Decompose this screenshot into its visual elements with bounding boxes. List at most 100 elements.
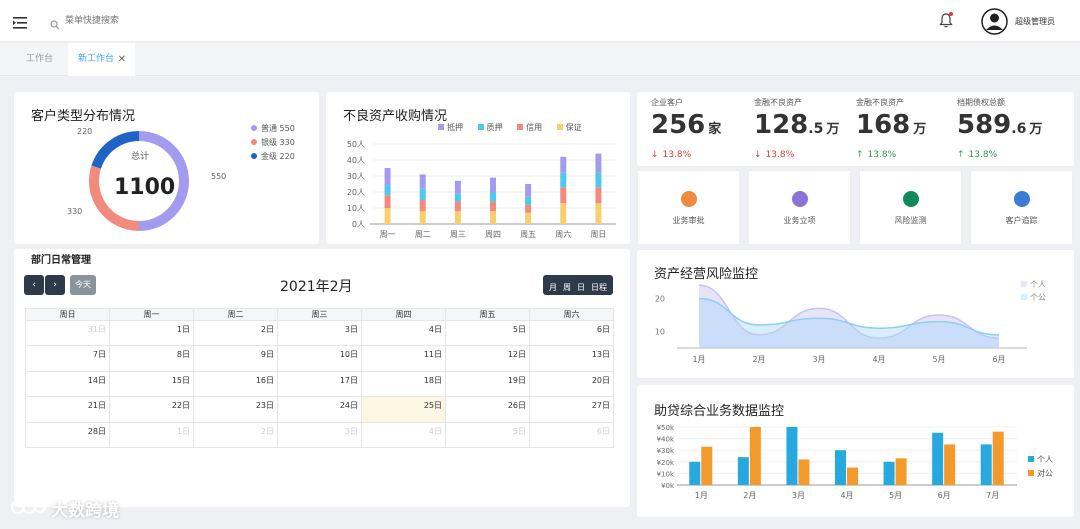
bar-segment[interactable] — [419, 211, 426, 224]
bar[interactable] — [895, 458, 907, 485]
user-name[interactable]: 超级管理员 — [1015, 16, 1055, 27]
bar-segment[interactable] — [595, 187, 602, 204]
bar-segment[interactable] — [595, 153, 602, 173]
legend-item[interactable]: 质押 — [477, 123, 503, 132]
calendar-day[interactable]: 19日 — [445, 370, 530, 398]
calendar-day[interactable]: 7日 — [25, 345, 110, 372]
bar[interactable] — [798, 459, 810, 485]
bar-segment[interactable] — [454, 211, 461, 224]
calendar-day[interactable]: 6日 — [529, 319, 614, 347]
bar-segment[interactable] — [384, 208, 391, 224]
calendar-day[interactable]: 12日 — [445, 345, 530, 372]
bar-segment[interactable] — [490, 177, 496, 192]
bar-segment[interactable] — [419, 200, 426, 212]
calendar-day[interactable]: 3日 — [277, 319, 362, 347]
bar[interactable] — [786, 427, 798, 485]
calendar-day[interactable]: 10日 — [277, 345, 362, 372]
calendar-day[interactable]: 15日 — [109, 370, 194, 398]
search-input[interactable] — [65, 13, 285, 29]
calendar-day[interactable]: 8日 — [109, 345, 194, 372]
bar-segment[interactable] — [525, 196, 532, 205]
calendar-day[interactable]: 17日 — [277, 370, 362, 398]
bar-segment[interactable] — [490, 192, 496, 202]
bar-segment[interactable] — [560, 203, 567, 224]
bar[interactable] — [980, 444, 992, 485]
bar[interactable] — [689, 461, 701, 485]
menu-toggle-icon[interactable] — [13, 14, 27, 29]
bar[interactable] — [883, 461, 895, 485]
calendar-day[interactable]: 26日 — [445, 396, 530, 423]
calendar-day[interactable]: 20日 — [529, 370, 614, 398]
calendar-day[interactable]: 23日 — [193, 396, 278, 423]
quick-risk-button[interactable]: 风险监测 — [859, 170, 962, 245]
view-button[interactable]: 日 — [574, 278, 588, 298]
bar-segment[interactable] — [384, 195, 391, 208]
calendar-day[interactable]: 2日 — [193, 421, 278, 448]
tab-new-workbench[interactable]: 新工作台 ✕ — [68, 43, 135, 76]
calendar-day[interactable]: 22日 — [109, 396, 194, 423]
calendar-day[interactable]: 2日 — [193, 319, 278, 347]
view-button[interactable]: 周 — [560, 278, 574, 298]
legend-item[interactable]: 金级 220 — [251, 150, 295, 164]
bar[interactable] — [835, 450, 846, 485]
bar[interactable] — [701, 446, 713, 485]
bar-segment[interactable] — [490, 201, 496, 212]
bar[interactable] — [992, 431, 1004, 485]
calendar-day[interactable]: 18日 — [361, 370, 446, 398]
bar-segment[interactable] — [490, 211, 496, 224]
calendar-day[interactable]: 11日 — [361, 345, 446, 372]
prev-button[interactable]: ‹ — [24, 275, 44, 295]
today-button[interactable]: 今天 — [70, 275, 96, 295]
bar-segment[interactable] — [595, 203, 602, 224]
calendar-day[interactable]: 4日 — [361, 421, 446, 448]
view-button[interactable]: 月 — [546, 278, 560, 298]
bar-segment[interactable] — [384, 185, 391, 196]
calendar-day[interactable]: 21日 — [25, 396, 110, 423]
bar-segment[interactable] — [525, 184, 532, 197]
quick-project-button[interactable]: 业务立项 — [748, 170, 851, 245]
bar[interactable] — [737, 457, 749, 485]
search-bar[interactable] — [50, 12, 300, 30]
bar-segment[interactable] — [560, 187, 567, 204]
view-button[interactable]: 日程 — [588, 278, 610, 298]
calendar-day[interactable]: 16日 — [193, 370, 278, 398]
calendar-day[interactable]: 13日 — [529, 345, 614, 372]
calendar-day-today[interactable]: 25日 — [361, 396, 446, 423]
bell-icon[interactable] — [939, 12, 953, 28]
bar[interactable] — [932, 432, 944, 485]
calendar-day[interactable]: 5日 — [445, 319, 530, 347]
calendar-day[interactable]: 6日 — [529, 421, 614, 448]
calendar-day[interactable]: 1日 — [109, 319, 194, 347]
close-icon[interactable]: ✕ — [118, 43, 126, 76]
bar-segment[interactable] — [560, 156, 567, 173]
bar-segment[interactable] — [384, 168, 391, 186]
quick-approval-button[interactable]: 业务审批 — [637, 170, 740, 245]
bar-segment[interactable] — [595, 172, 602, 188]
bar-segment[interactable] — [419, 188, 426, 200]
calendar-day[interactable]: 31日 — [25, 319, 110, 347]
avatar[interactable] — [981, 8, 1008, 35]
bar[interactable] — [749, 427, 761, 485]
bar-segment[interactable] — [525, 204, 532, 213]
bar-segment[interactable] — [560, 172, 567, 188]
bar-segment[interactable] — [419, 174, 426, 189]
bar-segment[interactable] — [525, 212, 532, 224]
bar[interactable] — [944, 444, 956, 485]
calendar-day[interactable]: 3日 — [277, 421, 362, 448]
calendar-day[interactable]: 27日 — [529, 396, 614, 423]
legend-item[interactable]: 银级 330 — [251, 136, 295, 150]
next-button[interactable]: › — [45, 275, 65, 295]
legend-item[interactable]: 信用 — [517, 123, 542, 132]
bar[interactable] — [847, 467, 858, 485]
bar-segment[interactable] — [454, 201, 461, 212]
calendar-day[interactable]: 24日 — [277, 396, 362, 423]
calendar-day[interactable]: 1日 — [109, 421, 194, 448]
legend-item[interactable]: 普通 550 — [251, 122, 295, 136]
calendar-day[interactable]: 5日 — [445, 421, 530, 448]
calendar-day[interactable]: 14日 — [25, 370, 110, 398]
bar-segment[interactable] — [454, 180, 461, 194]
legend-item[interactable]: 保证 — [556, 123, 582, 132]
calendar-day[interactable]: 28日 — [25, 421, 110, 448]
calendar-day[interactable]: 9日 — [193, 345, 278, 372]
legend-item[interactable]: 抵押 — [438, 123, 463, 132]
